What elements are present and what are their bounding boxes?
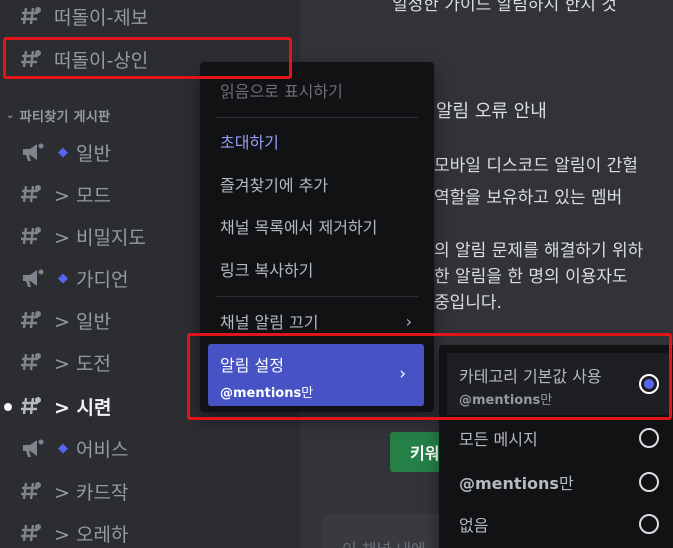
megaphone-icon: [20, 437, 46, 459]
hash-thread-icon: [20, 5, 46, 27]
megaphone-icon: [20, 141, 46, 163]
megaphone-icon: [20, 267, 46, 289]
radio-icon[interactable]: [639, 428, 659, 448]
diamond-icon: ◆: [58, 144, 68, 160]
message-text: 모바일 디스코드 알림이 간헐: [434, 156, 638, 176]
message-text: 일정한 가이드 알림하시 한지 것: [392, 0, 617, 15]
channel-name: > 비밀지도: [54, 226, 146, 249]
menu-item-invite[interactable]: 초대하기: [208, 123, 426, 159]
channel-name: > 도전: [54, 352, 111, 375]
channel-name: 일반: [76, 142, 111, 165]
menu-item-mark-as-read[interactable]: 읽음으로 표시하기: [208, 72, 426, 108]
channel-name: 가디언: [76, 268, 129, 291]
option-label: 모든 메시지: [459, 430, 538, 449]
message-text: 한 알림을 한 명의 이용자도: [434, 267, 628, 287]
menu-item-label: 초대하기: [220, 133, 279, 152]
radio-icon[interactable]: [639, 514, 659, 534]
notification-submenu: 카테고리 기본값 사용 @mentions만 모든 메시지 @mentions만…: [439, 345, 673, 548]
channel-name: 떠돌이-제보: [54, 6, 149, 29]
option-mentions-only[interactable]: @mentions만: [447, 460, 669, 500]
hash-thread-icon: [20, 309, 46, 331]
category-label: 파티찾기 게시판: [19, 109, 111, 125]
forum-thread-oreha[interactable]: > 오레하: [8, 515, 292, 548]
chevron-down-icon: ⌄: [6, 109, 15, 121]
menu-item-copy-link[interactable]: 링크 복사하기: [208, 251, 426, 287]
chevron-right-icon: ›: [399, 364, 406, 384]
message-text: 중입니다.: [434, 293, 502, 313]
hash-thread-icon: [20, 480, 46, 502]
forum-channel-abyss[interactable]: ◆ 어비스: [8, 430, 292, 466]
hash-thread-icon: [20, 395, 46, 417]
channel-name: > 일반: [54, 310, 111, 333]
hash-thread-icon: [20, 225, 46, 247]
unread-indicator: [4, 403, 12, 411]
channel-name: > 시련: [54, 396, 112, 419]
option-sublabel: @mentions만: [459, 393, 553, 408]
category-header-party-finder[interactable]: ⌄ 파티찾기 게시판: [6, 104, 110, 126]
diamond-icon: ◆: [58, 270, 68, 286]
message-heading: 알림 오류 안내: [436, 101, 547, 122]
channel-name: > 모드: [54, 184, 111, 207]
menu-item-label: 알림 설정: [220, 356, 284, 375]
menu-item-label: 채널 목록에서 제거하기: [220, 218, 378, 237]
channel-name: > 카드작: [54, 481, 129, 504]
menu-item-label: 링크 복사하기: [220, 261, 314, 280]
radio-checked-icon[interactable]: [639, 374, 659, 394]
menu-item-notification-settings[interactable]: 알림 설정 @mentions만 ›: [208, 344, 424, 406]
option-label: 카테고리 기본값 사용: [459, 367, 602, 386]
menu-item-sublabel: @mentions만: [220, 386, 314, 401]
diamond-icon: ◆: [58, 440, 68, 456]
option-label: @mentions만: [459, 474, 574, 493]
menu-item-label: 읽음으로 표시하기: [220, 82, 343, 101]
channel-item-tteodoli-jebo[interactable]: 떠돌이-제보: [8, 0, 292, 34]
hash-thread-icon: [20, 351, 46, 373]
option-category-default[interactable]: 카테고리 기본값 사용 @mentions만: [447, 353, 669, 415]
menu-divider: [216, 296, 418, 297]
channel-name: 떠돌이-상인: [54, 49, 149, 72]
radio-icon[interactable]: [639, 472, 659, 492]
forum-thread-card[interactable]: > 카드작: [8, 473, 292, 509]
menu-item-add-favorite[interactable]: 즐겨찾기에 추가: [208, 166, 426, 202]
menu-item-mute-channel[interactable]: 채널 알림 끄기 ›: [208, 303, 426, 339]
hash-thread-icon: [20, 522, 46, 544]
channel-name: 어비스: [76, 438, 129, 461]
menu-item-label: 채널 알림 끄기: [220, 313, 319, 332]
channel-context-menu: 읽음으로 표시하기 초대하기 즐겨찾기에 추가 채널 목록에서 제거하기 링크 …: [200, 62, 434, 412]
message-text: 역할을 보유하고 있는 멤버: [434, 188, 623, 208]
option-none[interactable]: 없음: [447, 502, 669, 542]
option-all-messages[interactable]: 모든 메시지: [447, 416, 669, 456]
message-text: 의 알림 문제를 해결하기 위하: [434, 241, 644, 261]
hash-thread-icon: [20, 183, 46, 205]
chevron-right-icon: ›: [405, 311, 412, 331]
hash-thread-icon: [20, 48, 46, 70]
menu-item-remove-from-list[interactable]: 채널 목록에서 제거하기: [208, 208, 426, 244]
menu-item-label: 즐겨찾기에 추가: [220, 176, 329, 195]
channel-name: > 오레하: [54, 523, 129, 546]
option-label: 없음: [459, 516, 489, 535]
menu-divider: [216, 117, 418, 118]
